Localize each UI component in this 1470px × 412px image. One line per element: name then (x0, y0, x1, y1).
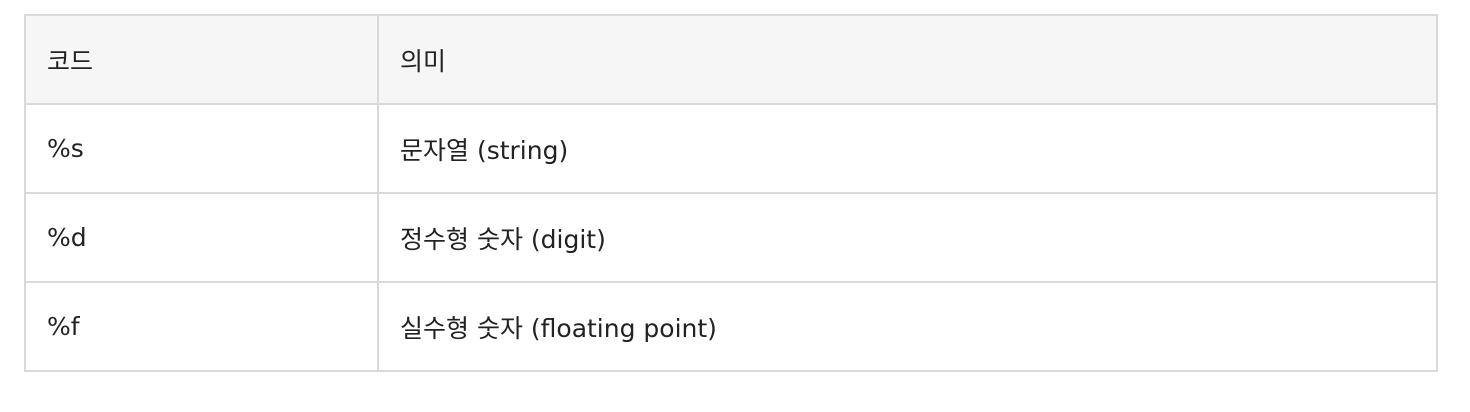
header-code: 코드 (24, 14, 379, 105)
cell-meaning: 문자열 (string) (377, 103, 1438, 194)
header-meaning: 의미 (377, 14, 1438, 105)
table-row: %f 실수형 숫자 (floating point) (24, 281, 1438, 372)
table-row: %d 정수형 숫자 (digit) (24, 192, 1438, 283)
header-row: 코드 의미 (24, 14, 1438, 105)
cell-meaning: 실수형 숫자 (floating point) (377, 281, 1438, 372)
cell-code: %d (24, 192, 379, 283)
format-code-table-container: 코드 의미 %s 문자열 (string) %d 정수형 숫자 (digit) … (24, 14, 1438, 372)
table-header: 코드 의미 (24, 14, 1438, 105)
cell-meaning: 정수형 숫자 (digit) (377, 192, 1438, 283)
cell-code: %s (24, 103, 379, 194)
cell-code: %f (24, 281, 379, 372)
table-body: %s 문자열 (string) %d 정수형 숫자 (digit) %f 실수형… (24, 103, 1438, 372)
format-code-table: 코드 의미 %s 문자열 (string) %d 정수형 숫자 (digit) … (24, 14, 1438, 372)
table-row: %s 문자열 (string) (24, 103, 1438, 194)
